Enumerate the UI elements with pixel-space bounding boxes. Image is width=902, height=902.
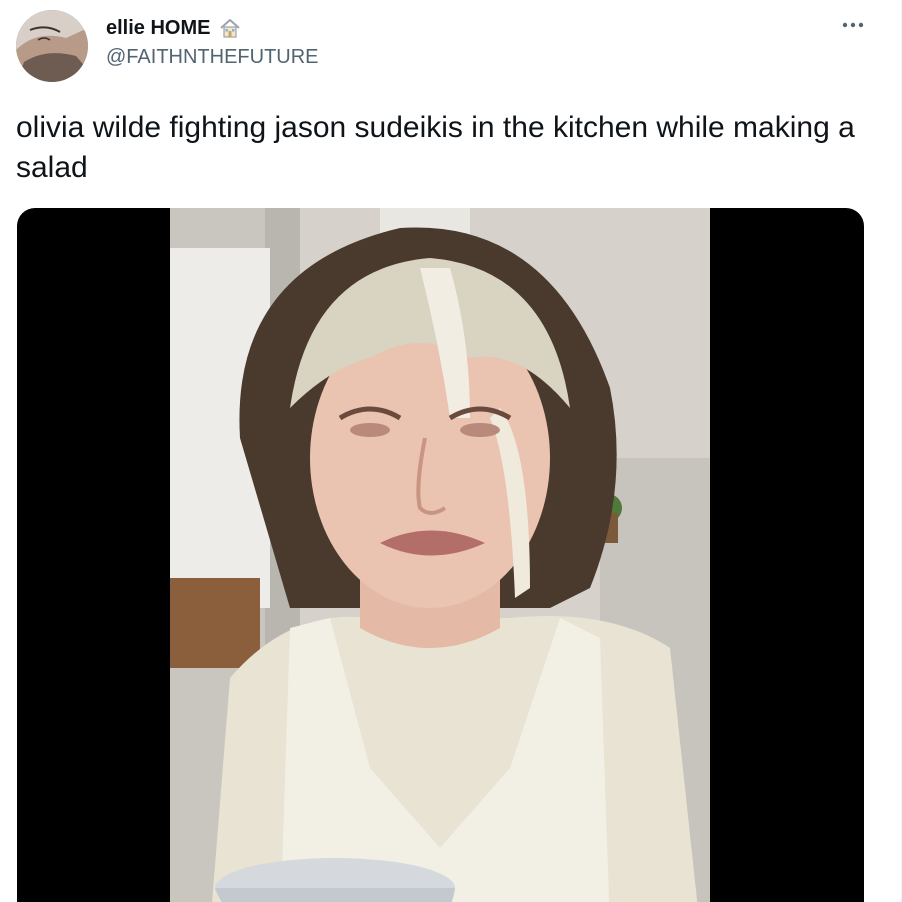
video-frame[interactable] [170, 208, 710, 902]
video-player[interactable] [17, 208, 864, 902]
author-handle[interactable]: @FAITHNTHEFUTURE [106, 46, 319, 69]
tweet-card: ellie HOME @FAITHNTHEFUTURE olivia wilde… [0, 0, 902, 902]
tweet-text: olivia wilde fighting jason sudeikis in … [16, 111, 855, 184]
ellipsis-icon [841, 16, 865, 34]
display-name[interactable]: ellie HOME [106, 17, 210, 40]
author-name-row[interactable]: ellie HOME [106, 16, 242, 40]
more-options-button[interactable] [835, 10, 871, 40]
house-icon [218, 16, 242, 40]
avatar[interactable] [16, 10, 88, 82]
